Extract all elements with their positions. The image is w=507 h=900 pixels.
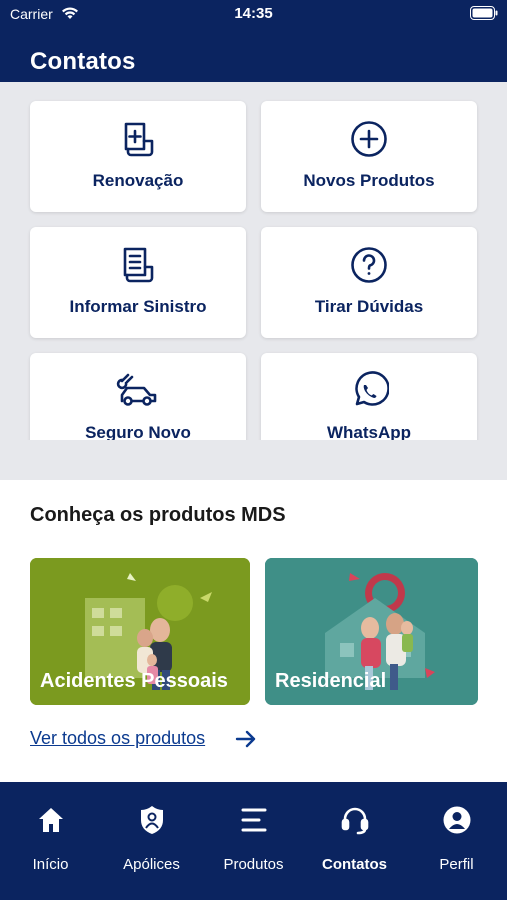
novos-produtos-label: Novos Produtos: [303, 171, 435, 190]
plus-circle-icon: [261, 119, 477, 159]
whatsapp-label: WhatsApp: [326, 423, 412, 440]
tirar-duvidas-label: Tirar Dúvidas: [314, 297, 424, 316]
informar-sinistro-card[interactable]: Informar Sinistro: [30, 227, 246, 338]
product-label: Residencial: [275, 670, 387, 692]
products-section-title: Conheça os produtos MDS: [30, 504, 286, 526]
seguro-novo-label: Seguro Novo: [85, 423, 191, 440]
shield-user-icon: [101, 802, 202, 838]
tab-produtos[interactable]: Produtos: [203, 802, 304, 873]
top-header: Carrier 14:35 Contatos: [0, 0, 507, 82]
seguro-novo-card[interactable]: Seguro Novo: [30, 353, 246, 440]
contact-actions-area: Renovação Novos Produtos Informar Sinist…: [0, 82, 507, 480]
renovacao-label: Renovação: [92, 171, 184, 190]
headset-icon: [304, 802, 405, 838]
tab-label: Apólices: [123, 856, 180, 873]
clock: 14:35: [234, 5, 273, 22]
informar-sinistro-label: Informar Sinistro: [69, 297, 207, 316]
home-icon: [0, 802, 101, 838]
tab-label: Contatos: [322, 856, 387, 873]
battery-icon: [470, 6, 498, 20]
bottom-tab-bar: Início Apólices Produtos Contatos Perfil: [0, 782, 507, 900]
user-circle-icon: [406, 802, 507, 838]
renovacao-card[interactable]: Renovação: [30, 101, 246, 212]
tab-contatos[interactable]: Contatos: [304, 802, 405, 873]
menu-lines-icon: [203, 802, 304, 838]
tab-label: Perfil: [439, 856, 474, 873]
arrow-right-icon[interactable]: [234, 728, 258, 750]
status-bar: Carrier 14:35: [0, 0, 507, 28]
contact-actions-scroll[interactable]: Renovação Novos Produtos Informar Sinist…: [0, 82, 507, 440]
document-plus-icon: [30, 119, 246, 159]
page-title: Contatos: [30, 48, 136, 75]
products-section: Conheça os produtos MDS Acidentes Pessoa…: [0, 480, 507, 782]
novos-produtos-card[interactable]: Novos Produtos: [261, 101, 477, 212]
document-lines-icon: [30, 245, 246, 285]
product-label: Acidentes Pessoais: [40, 670, 228, 692]
car-key-icon: [30, 371, 246, 411]
tab-apolices[interactable]: Apólices: [101, 802, 202, 873]
tab-label: Produtos: [223, 856, 284, 873]
tirar-duvidas-card[interactable]: Tirar Dúvidas: [261, 227, 477, 338]
product-card-residencial[interactable]: Residencial: [265, 558, 478, 705]
product-card-acidentes-pessoais[interactable]: Acidentes Pessoais: [30, 558, 250, 705]
tab-label: Início: [32, 856, 69, 873]
whatsapp-card[interactable]: WhatsApp: [261, 353, 477, 440]
see-all-products-link[interactable]: Ver todos os produtos: [30, 728, 205, 749]
tab-inicio[interactable]: Início: [0, 802, 101, 873]
whatsapp-icon: [261, 371, 477, 411]
question-circle-icon: [261, 245, 477, 285]
tab-perfil[interactable]: Perfil: [406, 802, 507, 873]
